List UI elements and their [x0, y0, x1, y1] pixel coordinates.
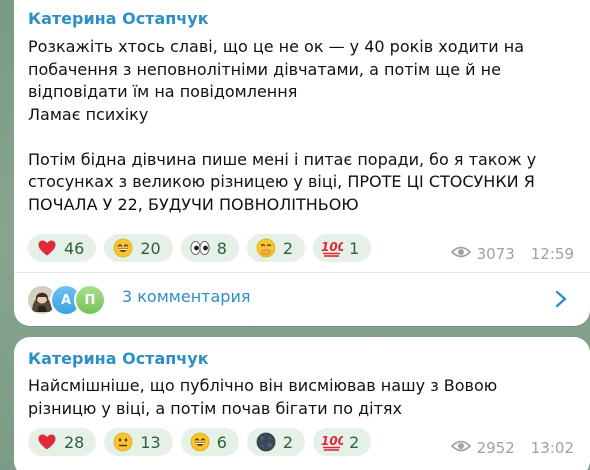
message-sender[interactable]: Катерина Остапчук: [28, 349, 209, 368]
reaction-neutral[interactable]: 13: [104, 428, 173, 456]
reaction-count: 6: [216, 432, 227, 452]
chevron-right-icon: [555, 290, 567, 308]
eyes-icon: [189, 237, 211, 259]
reaction-grinning[interactable]: 6: [180, 428, 239, 456]
face-with-hand-over-mouth-icon: [255, 237, 277, 259]
reaction-hundred[interactable]: 100 1: [313, 234, 372, 262]
reaction-grinning[interactable]: 20: [104, 234, 173, 262]
reaction-count: 13: [140, 432, 161, 452]
reaction-count: 28: [64, 432, 85, 452]
grinning-face-icon: [189, 431, 211, 453]
message-meta: 3073 12:59: [450, 245, 574, 263]
reaction-count: 2: [349, 432, 360, 452]
chat-view: Катерина Остапчук Розкажіть хтось славі,…: [0, 0, 590, 470]
views-count: 2952: [476, 439, 515, 457]
message-sender[interactable]: Катерина Остапчук: [28, 9, 209, 28]
message-time: 12:59: [530, 245, 574, 263]
message-bubble[interactable]: Катерина Остапчук Розкажіть хтось славі,…: [14, 0, 590, 326]
grinning-face-icon: [112, 237, 134, 259]
comments-button[interactable]: А П 3 комментария: [14, 273, 590, 326]
svg-text:100: 100: [321, 434, 343, 448]
hundred-points-icon: 100: [321, 431, 343, 453]
reaction-count: 2: [282, 238, 294, 258]
avatar: П: [74, 284, 106, 316]
eye-icon: [450, 245, 471, 263]
neutral-face-icon: [112, 431, 134, 453]
eye-icon: [450, 439, 471, 457]
reaction-hundred[interactable]: 100 2: [313, 428, 372, 456]
message-time: 13:02: [530, 439, 574, 457]
red-heart-icon: [36, 431, 58, 453]
comments-label: 3 комментария: [122, 287, 251, 306]
reaction-count: 8: [216, 238, 227, 258]
reaction-heart[interactable]: 28: [28, 428, 97, 456]
message-text: Найсмішніше, що публічно він висміював н…: [28, 376, 498, 418]
reaction-count: 20: [140, 238, 161, 258]
reactions-bar: 46 20 8 2 100: [28, 234, 372, 262]
reaction-count: 1: [349, 238, 360, 258]
reaction-eyes[interactable]: 8: [180, 234, 239, 262]
reaction-count: 46: [64, 238, 85, 258]
reaction-new-moon[interactable]: 2: [246, 428, 306, 456]
new-moon-face-icon: [255, 431, 277, 453]
reaction-heart[interactable]: 46: [28, 234, 97, 262]
views-count: 3073: [476, 245, 515, 263]
reaction-hand-over-mouth[interactable]: 2: [246, 234, 306, 262]
reactions-bar: 28 13 6 2 100: [28, 428, 372, 456]
red-heart-icon: [36, 237, 58, 259]
message-bubble[interactable]: Катерина Остапчук Найсмішніше, що публіч…: [14, 337, 590, 470]
commenter-avatars: А П: [26, 284, 116, 316]
message-meta: 2952 13:02: [450, 439, 574, 457]
svg-text:100: 100: [321, 240, 343, 254]
reaction-count: 2: [282, 432, 294, 452]
message-text: Розкажіть хтось славі, що це не ок — у 4…: [28, 37, 537, 214]
hundred-points-icon: 100: [321, 237, 343, 259]
